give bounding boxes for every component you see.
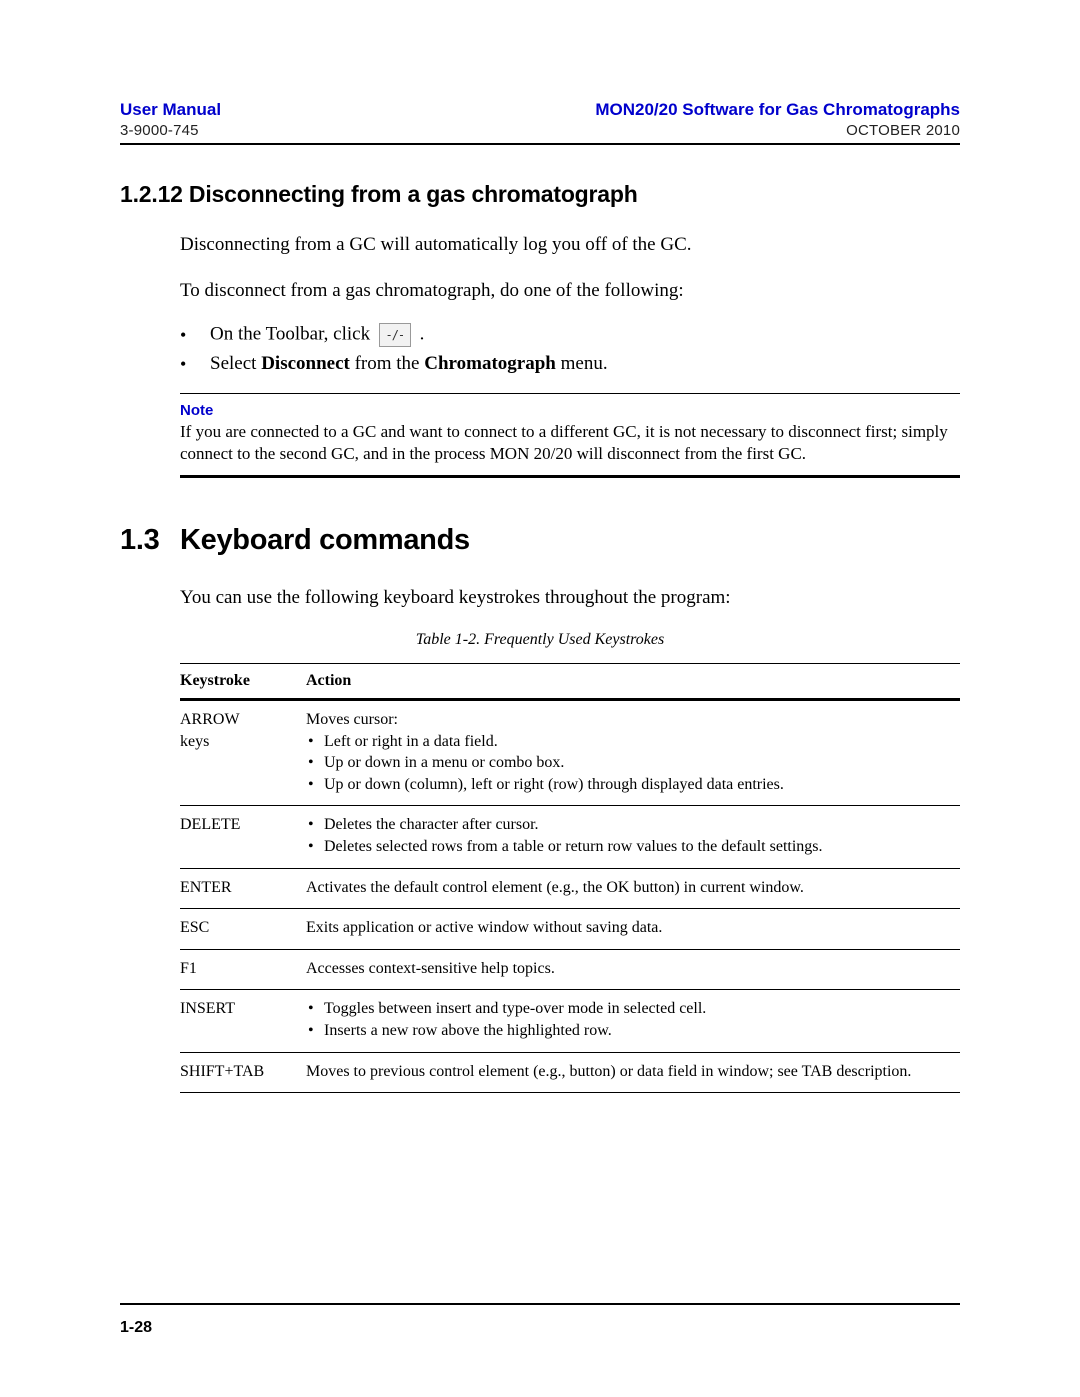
heading-1-3-number: 1.3	[120, 524, 180, 557]
cell-keystroke: ESC	[180, 909, 306, 950]
header-left-sub: 3-9000-745	[120, 122, 199, 139]
table-row: F1Accesses context-sensitive help topics…	[180, 949, 960, 990]
header-right-title: MON20/20 Software for Gas Chromatographs	[595, 100, 960, 120]
document-page: User Manual MON20/20 Software for Gas Ch…	[0, 0, 1080, 1397]
cell-action: Moves cursor:Left or right in a data fie…	[306, 700, 960, 806]
para-disconnect-2: To disconnect from a gas chromatograph, …	[180, 278, 960, 304]
footer-rule	[120, 1303, 960, 1305]
heading-1-2-12: 1.2.12 Disconnecting from a gas chromato…	[120, 181, 960, 208]
bullet-menu: • Select Disconnect from the Chromatogra…	[180, 353, 960, 375]
bullet2-post: menu.	[556, 353, 608, 374]
cell-action: Toggles between insert and type-over mod…	[306, 990, 960, 1052]
table-header-row: Keystroke Action	[180, 664, 960, 700]
bullet2-b2: Chromatograph	[424, 353, 556, 374]
note-label: Note	[180, 402, 960, 419]
cell-action: Accesses context-sensitive help topics.	[306, 949, 960, 990]
cell-action: Moves to previous control element (e.g.,…	[306, 1052, 960, 1093]
bullet2-mid: from the	[350, 353, 424, 374]
para-disconnect-1: Disconnecting from a GC will automatical…	[180, 232, 960, 258]
bullet1-post: .	[420, 324, 425, 345]
page-number: 1-28	[120, 1319, 152, 1336]
cell-action: Deletes the character after cursor.Delet…	[306, 806, 960, 868]
th-keystroke: Keystroke	[180, 664, 306, 700]
bullet-dot-icon: •	[180, 354, 210, 375]
table-row: ESCExits application or active window wi…	[180, 909, 960, 950]
cell-keystroke: F1	[180, 949, 306, 990]
bullet2-pre: Select	[210, 353, 261, 374]
th-action: Action	[306, 664, 960, 700]
page-footer: 1-28	[120, 1295, 960, 1337]
table-row: DELETEDeletes the character after cursor…	[180, 806, 960, 868]
cell-keystroke: ARROW keys	[180, 700, 306, 806]
header-right-sub: OCTOBER 2010	[846, 122, 960, 139]
table-row: ARROW keysMoves cursor:Left or right in …	[180, 700, 960, 806]
bullet-toolbar: • On the Toolbar, click -/- .	[180, 323, 960, 347]
table-row: INSERTToggles between insert and type-ov…	[180, 990, 960, 1052]
cell-keystroke: INSERT	[180, 990, 306, 1052]
bullet-toolbar-text: On the Toolbar, click -/- .	[210, 323, 424, 347]
cell-keystroke: SHIFT+TAB	[180, 1052, 306, 1093]
note-block: Note If you are connected to a GC and wa…	[180, 393, 960, 478]
para-keyboard-intro: You can use the following keyboard keyst…	[180, 585, 960, 611]
cell-action: Exits application or active window witho…	[306, 909, 960, 950]
bullet2-b1: Disconnect	[261, 353, 350, 374]
disconnect-icon: -/-	[379, 323, 411, 347]
header-rule	[120, 143, 960, 145]
page-header: User Manual MON20/20 Software for Gas Ch…	[120, 100, 960, 120]
header-left-title: User Manual	[120, 100, 221, 120]
heading-1-3-title: Keyboard commands	[180, 524, 470, 556]
disconnect-bullets: • On the Toolbar, click -/- . • Select D…	[180, 323, 960, 375]
page-subheader: 3-9000-745 OCTOBER 2010	[120, 122, 960, 139]
bullet-menu-text: Select Disconnect from the Chromatograph…	[210, 353, 608, 375]
note-body: If you are connected to a GC and want to…	[180, 421, 960, 465]
keystroke-table: Keystroke Action ARROW keysMoves cursor:…	[180, 663, 960, 1093]
table-row: ENTERActivates the default control eleme…	[180, 868, 960, 909]
table-caption: Table 1-2. Frequently Used Keystrokes	[120, 631, 960, 649]
bullet1-pre: On the Toolbar, click	[210, 324, 375, 345]
cell-action: Activates the default control element (e…	[306, 868, 960, 909]
bullet-dot-icon: •	[180, 325, 210, 346]
table-row: SHIFT+TABMoves to previous control eleme…	[180, 1052, 960, 1093]
heading-1-3: 1.3Keyboard commands	[120, 524, 960, 557]
cell-keystroke: ENTER	[180, 868, 306, 909]
cell-keystroke: DELETE	[180, 806, 306, 868]
